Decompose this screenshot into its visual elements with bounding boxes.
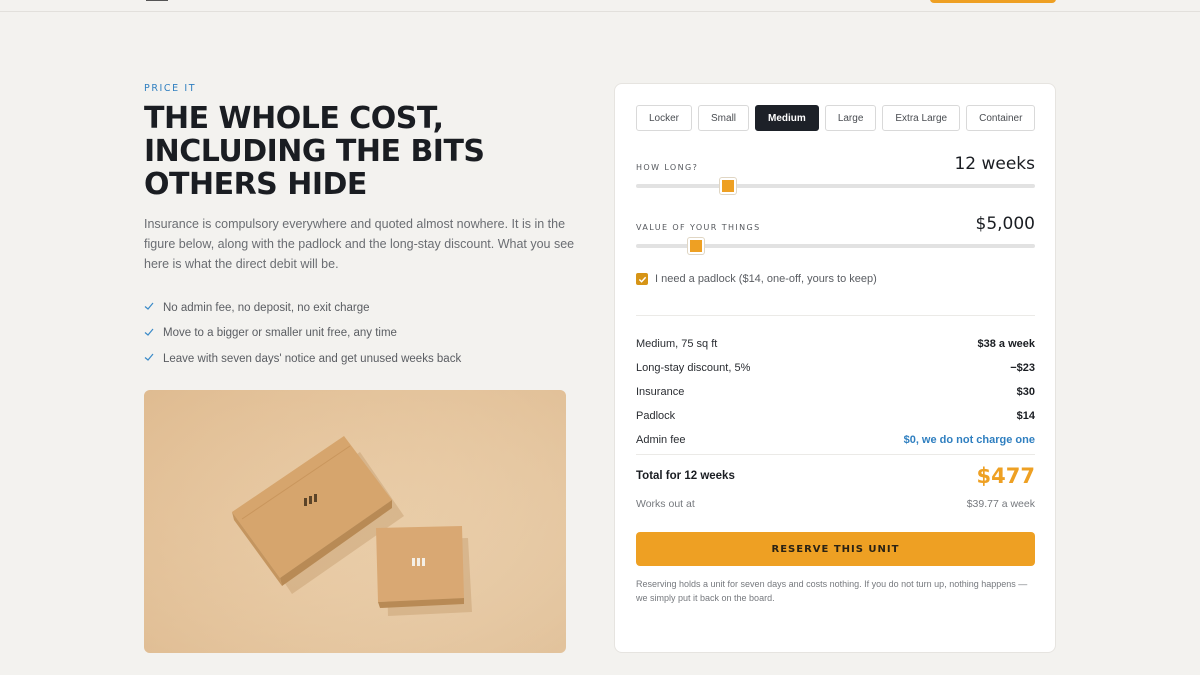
weekly-rate-label: Works out at — [636, 498, 695, 510]
check-icon — [144, 301, 154, 311]
cost-line-label: Padlock — [636, 410, 676, 422]
check-icon — [144, 327, 154, 337]
size-option-locker[interactable]: Locker — [636, 105, 693, 131]
cost-line-amount: −$23 — [1010, 362, 1035, 374]
size-option-container[interactable]: Container — [966, 105, 1036, 131]
benefit-item: Leave with seven days' notice and get un… — [144, 346, 461, 372]
price-calculator-card: Locker Small Medium Large Extra Large Co… — [614, 83, 1056, 653]
cost-line-amount: $38 a week — [977, 338, 1036, 350]
benefit-text: Move to a bigger or smaller unit free, a… — [163, 327, 397, 340]
size-option-large[interactable]: Large — [824, 105, 877, 131]
cost-line: Admin fee $0, we do not charge one — [636, 428, 1035, 452]
value-amount: $5,000 — [975, 214, 1035, 234]
duration-value: 12 weeks — [954, 154, 1035, 174]
top-nav-bar — [0, 0, 1200, 12]
cost-line-label: Admin fee — [636, 434, 686, 446]
weekly-rate-row: Works out at $39.77 a week — [636, 498, 1035, 510]
value-label: VALUE OF YOUR THINGS — [636, 223, 761, 232]
total-label: Total for 12 weeks — [636, 470, 735, 482]
boxes-illustration — [144, 390, 566, 653]
logo[interactable] — [146, 0, 168, 1]
cost-line-label: Insurance — [636, 386, 685, 398]
cost-line: Padlock $14 — [636, 404, 1035, 428]
duration-slider-track[interactable] — [636, 184, 1035, 188]
benefit-text: No admin fee, no deposit, no exit charge — [163, 301, 370, 314]
headline-line-2: INCLUDING THE BITS — [144, 134, 485, 169]
padlock-label: I need a padlock ($14, one-off, yours to… — [655, 273, 877, 285]
size-option-medium[interactable]: Medium — [755, 105, 819, 131]
headline-line-3: OTHERS HIDE — [144, 167, 367, 202]
cost-line-amount: $14 — [1016, 410, 1035, 422]
benefit-text: Leave with seven days' notice and get un… — [163, 352, 462, 365]
cost-breakdown: Medium, 75 sq ft $38 a week Long-stay di… — [636, 332, 1035, 452]
size-option-extra-large[interactable]: Extra Large — [882, 105, 961, 131]
section-eyebrow: PRICE IT — [144, 83, 197, 94]
reserve-unit-button[interactable]: RESERVE THIS UNIT — [636, 532, 1035, 566]
cost-line: Long-stay discount, 5% −$23 — [636, 356, 1035, 380]
check-icon — [144, 352, 154, 362]
total-amount: $477 — [976, 464, 1035, 488]
cardboard-boxes-photo — [144, 390, 566, 653]
divider — [636, 315, 1035, 316]
divider — [636, 454, 1035, 455]
padlock-option[interactable]: I need a padlock ($14, one-off, yours to… — [636, 273, 877, 285]
section-lede: Insurance is compulsory everywhere and q… — [144, 217, 575, 271]
benefit-item: No admin fee, no deposit, no exit charge — [144, 295, 461, 321]
duration-slider-thumb[interactable] — [720, 178, 736, 194]
cost-line-amount: $30 — [1016, 386, 1035, 398]
size-option-small[interactable]: Small — [698, 105, 750, 131]
value-slider-thumb[interactable] — [688, 238, 704, 254]
cost-line-label: Long-stay discount, 5% — [636, 362, 751, 374]
cost-line: Medium, 75 sq ft $38 a week — [636, 332, 1035, 356]
nav-cta-button[interactable] — [930, 0, 1056, 3]
checkmark-icon — [638, 276, 646, 283]
weekly-rate-amount: $39.77 a week — [966, 498, 1035, 510]
headline-line-1: THE WHOLE COST, — [144, 101, 444, 136]
benefit-item: Move to a bigger or smaller unit free, a… — [144, 321, 461, 347]
total-row: Total for 12 weeks $477 — [636, 464, 1035, 488]
reservation-footnote: Reserving holds a unit for seven days an… — [636, 579, 1028, 603]
padlock-checkbox[interactable] — [636, 273, 648, 285]
admin-fee-note: $0, we do not charge one — [903, 434, 1035, 446]
unit-size-selector: Locker Small Medium Large Extra Large Co… — [636, 105, 1036, 131]
cost-line: Insurance $30 — [636, 380, 1035, 404]
cost-line-label: Medium, 75 sq ft — [636, 338, 718, 350]
section-headline: THE WHOLE COST, INCLUDING THE BITS OTHER… — [144, 102, 584, 201]
benefits-list: No admin fee, no deposit, no exit charge… — [144, 295, 461, 372]
duration-label: HOW LONG? — [636, 163, 699, 172]
